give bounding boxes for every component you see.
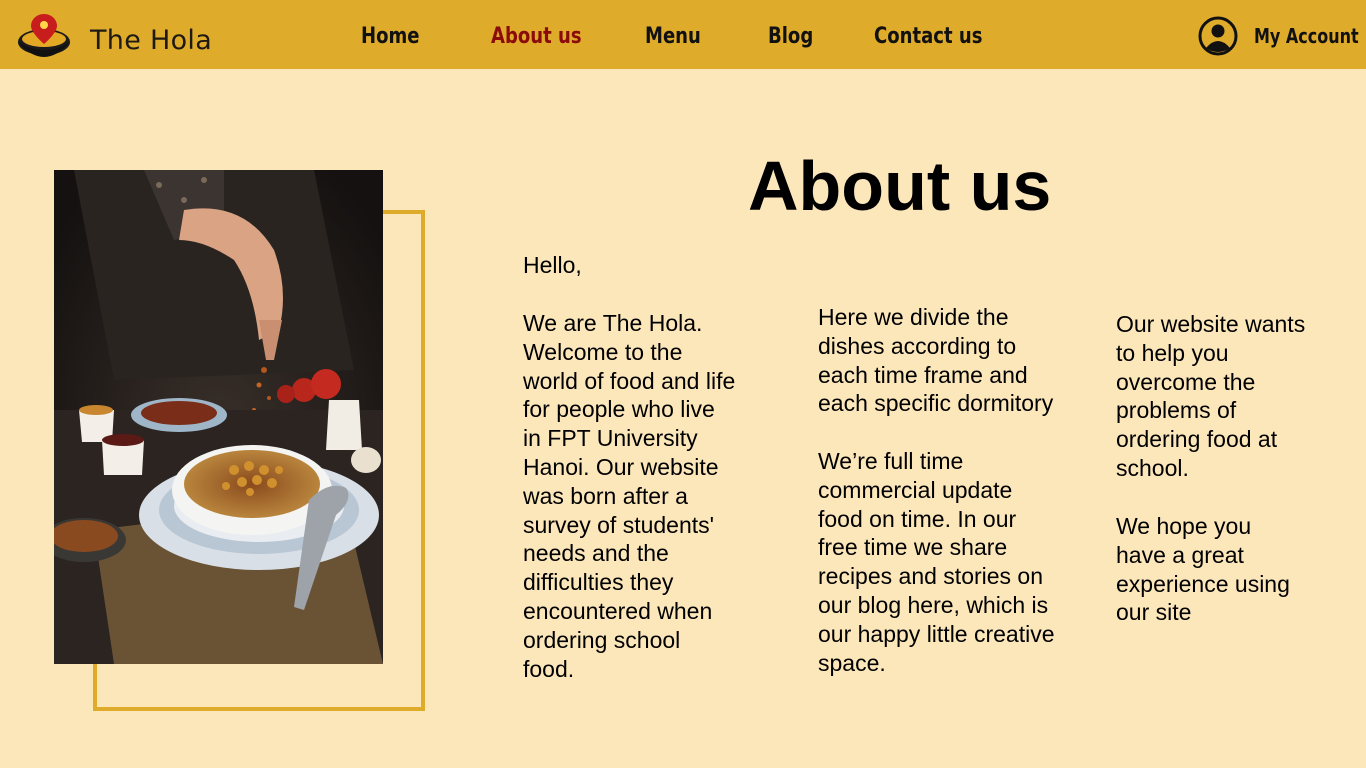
page: The Hola Home About us Menu Blog Contact… [0,0,1366,768]
top-header: The Hola Home About us Menu Blog Contact… [0,0,1366,69]
nav-about-us[interactable]: About us [491,24,582,49]
about-column-3-paragraph-1: Our website wants to help you overcome t… [1116,311,1306,481]
about-column-1: We are The Hola. Welcome to the world of… [523,310,736,682]
food-photo-illustration [54,170,383,664]
user-circle-icon[interactable] [1198,16,1238,56]
bowl-logo-icon[interactable] [16,12,72,64]
about-column-2-paragraph-2: We’re full time commercial update food o… [818,448,1055,676]
page-title: About us [748,147,1052,225]
my-account-link[interactable]: My Account [1254,24,1359,48]
about-column-2-paragraph-1: Here we divide the dishes according to e… [818,304,1054,417]
nav-blog[interactable]: Blog [768,24,813,49]
nav-home[interactable]: Home [361,24,420,49]
food-photo [54,170,383,664]
about-column-3-paragraph-2: We hope you have a great experience usin… [1116,513,1290,626]
brand-name[interactable]: The Hola [90,25,212,56]
nav-contact-us[interactable]: Contact us [874,24,982,49]
greeting-text: Hello, [523,252,582,278]
nav-menu[interactable]: Menu [645,24,701,49]
